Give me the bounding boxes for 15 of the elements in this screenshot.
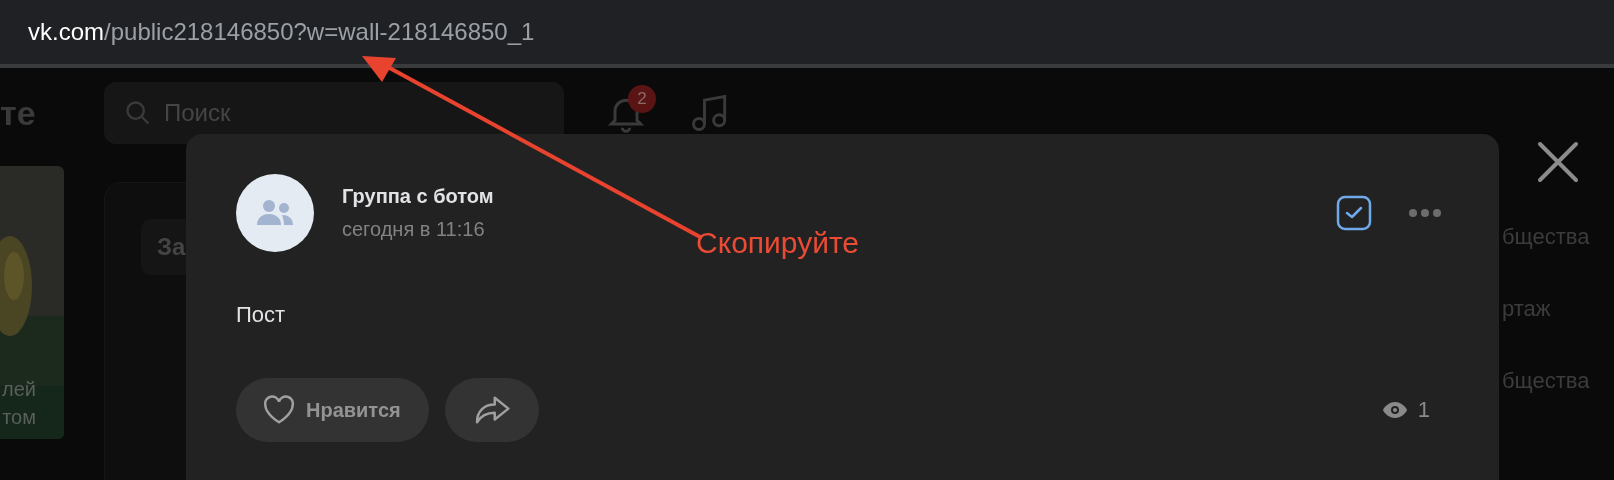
card-caption: лей: [2, 377, 36, 402]
address-bar-url[interactable]: vk.com/public218146850?w=wall-218146850_1: [28, 18, 535, 46]
post-text: Пост: [236, 302, 287, 328]
card-caption: том: [2, 405, 36, 430]
group-name[interactable]: Группа с ботом: [342, 185, 494, 208]
eye-icon: [1381, 401, 1408, 419]
annotation-text: Скопируйте: [696, 226, 859, 260]
notification-badge: 2: [628, 85, 656, 113]
view-count: 1: [1417, 397, 1430, 423]
more-icon[interactable]: [1408, 208, 1442, 218]
checkbox[interactable]: [1336, 195, 1372, 231]
search-icon: [124, 99, 152, 127]
like-button[interactable]: Нравится: [236, 378, 429, 442]
heart-icon: [262, 395, 296, 425]
post-time[interactable]: сегодня в 11:16: [342, 218, 494, 241]
